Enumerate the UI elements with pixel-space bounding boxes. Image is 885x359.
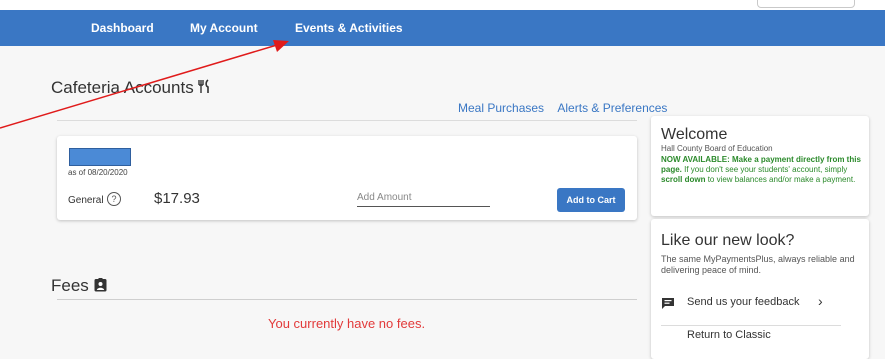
annotation-arrow bbox=[0, 40, 289, 129]
